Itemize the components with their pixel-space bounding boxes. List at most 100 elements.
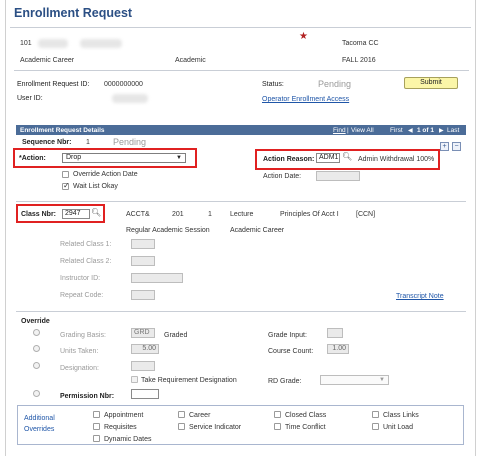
- rd-grade-select: ▼: [320, 375, 389, 385]
- search-icon[interactable]: 🔍︎: [342, 152, 352, 161]
- submit-button[interactable]: Submit: [404, 77, 458, 89]
- appointment-label: Appointment: [104, 412, 144, 419]
- enrollment-request-details-bar: Enrollment Request Details Find | View A…: [16, 125, 466, 135]
- course-title: Principles Of Acct I: [280, 211, 339, 218]
- redacted-user-id: [112, 94, 148, 103]
- user-id-label: User ID:: [17, 95, 43, 102]
- grading-basis-code: GRD: [131, 328, 155, 338]
- requisites-checkbox[interactable]: [93, 423, 100, 430]
- prev-arrow-icon[interactable]: ◀: [408, 127, 413, 134]
- dropdown-arrow-icon: ▼: [176, 155, 182, 161]
- class-career: Academic Career: [230, 227, 285, 234]
- rd-grade-label: RD Grade:: [268, 378, 302, 385]
- grade-input-field: [327, 328, 343, 338]
- requisites-label: Requisites: [104, 424, 137, 431]
- find-link[interactable]: Find: [333, 127, 346, 134]
- action-reason-input[interactable]: ADM1: [316, 153, 340, 163]
- wait-list-okay-checkbox[interactable]: [62, 181, 70, 190]
- repeat-code-label: Repeat Code:: [60, 292, 104, 299]
- class-nbr-label: Class Nbr:: [21, 211, 57, 218]
- override-action-date-label: Override Action Date: [73, 171, 138, 178]
- class-links-label: Class Links: [383, 412, 419, 419]
- units-taken-input: 5.00: [131, 344, 159, 354]
- override-action-date-checkbox[interactable]: [62, 171, 69, 178]
- designation-input: [131, 361, 155, 371]
- closed-class-checkbox[interactable]: [274, 411, 281, 418]
- wait-list-okay-label: Wait List Okay: [73, 183, 118, 190]
- rd-grade-arrow-icon: ▼: [379, 377, 385, 383]
- override-title: Override: [21, 318, 50, 325]
- sequence-status: Pending: [113, 137, 147, 147]
- units-taken-label: Units Taken:: [60, 348, 99, 355]
- permission-nbr-input[interactable]: [131, 389, 159, 399]
- repeat-code-input: [131, 290, 155, 300]
- operator-enrollment-access-link[interactable]: Operator Enrollment Access: [262, 96, 349, 103]
- student-id-prefix: 101: [20, 40, 32, 47]
- career-override-label: Career: [189, 412, 211, 419]
- career-checkbox[interactable]: [178, 411, 185, 418]
- class-nbr-input[interactable]: 2947: [62, 209, 90, 219]
- class-links-checkbox[interactable]: [372, 411, 379, 418]
- dynamic-dates-checkbox[interactable]: [93, 435, 100, 442]
- header-divider: [14, 70, 469, 71]
- designation-radio: [33, 362, 40, 369]
- action-date-input: [316, 171, 360, 181]
- next-arrow-icon[interactable]: ▶: [439, 127, 444, 134]
- additional-title-line1: Additional: [24, 415, 55, 422]
- class-search-icon[interactable]: 🔍︎: [91, 208, 101, 217]
- first-link[interactable]: First: [390, 127, 403, 134]
- course-count-input: 1.00: [327, 344, 349, 354]
- related-class-1-input: [131, 239, 155, 249]
- status-label: Status:: [262, 81, 284, 88]
- page-title: Enrollment Request: [14, 6, 133, 20]
- last-link[interactable]: Last: [447, 127, 459, 134]
- grading-basis-radio: [33, 329, 40, 336]
- request-id-label: Enrollment Request ID:: [17, 81, 90, 88]
- action-label: *Action:: [19, 155, 46, 162]
- dynamic-dates-label: Dynamic Dates: [104, 436, 152, 443]
- catalog-nbr: 201: [172, 211, 184, 218]
- additional-title-line2: Overrides: [24, 426, 55, 433]
- title-divider: [10, 27, 471, 28]
- term: FALL 2016: [342, 57, 376, 64]
- unit-load-checkbox[interactable]: [372, 423, 379, 430]
- action-reason-label: Action Reason:: [263, 156, 315, 163]
- sequence-label: Sequence Nbr:: [22, 139, 72, 146]
- institution: Tacoma CC: [342, 40, 379, 47]
- action-date-label: Action Date:: [263, 173, 302, 180]
- service-indicator-checkbox[interactable]: [178, 423, 185, 430]
- related-class-2-label: Related Class 2:: [60, 258, 112, 265]
- take-requirement-checkbox: [131, 376, 138, 383]
- permission-radio: [33, 390, 40, 397]
- grading-basis-desc: Graded: [164, 332, 188, 339]
- action-select-value: Drop: [66, 154, 82, 161]
- permission-label: Permission Nbr:: [60, 393, 115, 400]
- grading-basis-label: Grading Basis:: [60, 332, 106, 339]
- action-select[interactable]: Drop ▼: [62, 153, 186, 163]
- redacted-id: [38, 39, 68, 48]
- request-id-value: 0000000000: [104, 81, 143, 88]
- session: Regular Academic Session: [126, 227, 210, 234]
- range-indicator: 1 of 1: [417, 126, 434, 134]
- unit-load-label: Unit Load: [383, 424, 413, 431]
- related-class-1-label: Related Class 1:: [60, 241, 112, 248]
- add-row-icon[interactable]: +: [440, 142, 449, 151]
- time-conflict-checkbox[interactable]: [274, 423, 281, 430]
- status-value: Pending: [318, 79, 352, 89]
- units-taken-radio: [33, 345, 40, 352]
- transcript-note-link[interactable]: Transcript Note: [396, 293, 444, 300]
- appointment-checkbox[interactable]: [93, 411, 100, 418]
- service-indicator-label: Service Indicator: [189, 424, 242, 431]
- redacted-name: [80, 39, 122, 48]
- section-divider: [16, 201, 466, 202]
- take-requirement-label: Take Requirement Designation: [141, 377, 237, 384]
- grade-input-label: Grade Input:: [268, 332, 307, 339]
- career-value: Academic: [175, 57, 206, 64]
- closed-class-label: Closed Class: [285, 412, 327, 419]
- ccn: [CCN]: [356, 211, 376, 218]
- instructor-id-input: [131, 273, 183, 283]
- view-all-link[interactable]: View All: [351, 127, 374, 134]
- delete-row-icon[interactable]: −: [452, 142, 461, 151]
- section: 1: [208, 211, 212, 218]
- time-conflict-label: Time Conflict: [285, 424, 326, 431]
